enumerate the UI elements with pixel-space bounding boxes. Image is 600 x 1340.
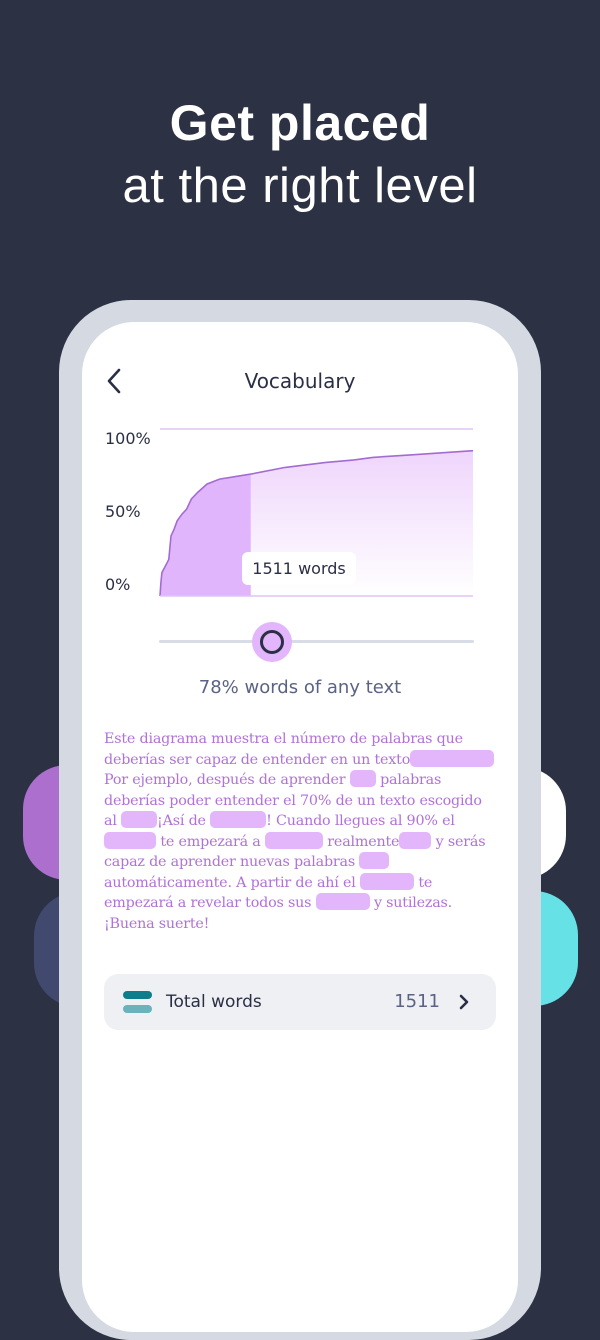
- explanation-segment: automáticamente. A partir de ahí el: [104, 874, 360, 891]
- hidden-word-blank[interactable]: [399, 831, 432, 849]
- explanation-segment: ¡Así de: [157, 813, 211, 829]
- headline-line-2: at the right level: [122, 159, 478, 213]
- hidden-word-blank[interactable]: [121, 811, 158, 828]
- hidden-word-blank[interactable]: [359, 852, 390, 869]
- explanation-text: Este diagrama muestra el número de palab…: [104, 729, 496, 934]
- slider-track[interactable]: [159, 640, 474, 643]
- headline: Get placed at the right level: [0, 92, 600, 218]
- total-words-label: Total words: [166, 992, 262, 1012]
- explanation-segment: Este diagrama muestra el número de palab…: [104, 731, 463, 768]
- selected-words-tooltip: 1511 words: [242, 552, 356, 585]
- hidden-word-blank[interactable]: [264, 831, 323, 849]
- explanation-segment: te empezará a: [156, 833, 265, 850]
- hidden-word-blank[interactable]: [349, 770, 376, 787]
- hidden-word-blank[interactable]: [410, 749, 495, 767]
- slider-thumb[interactable]: [252, 622, 293, 662]
- hidden-word-blank[interactable]: [210, 811, 267, 828]
- headline-line-1: Get placed: [169, 95, 431, 151]
- chevron-right-icon: [459, 994, 469, 1010]
- total-words-value: 1511: [394, 991, 440, 1012]
- phone-screen: Vocabulary 100% 50% 0% 1511 words 78% wo…: [82, 322, 518, 1332]
- coverage-caption: 78% words of any text: [198, 677, 402, 698]
- explanation-segment: realmente: [322, 833, 400, 850]
- explanation-segment: Por ejemplo, después de aprender: [104, 772, 350, 788]
- explanation-segment: ! Cuando llegues al 90% el: [266, 813, 455, 829]
- slider-thumb-ring-icon: [260, 630, 285, 654]
- total-words-row[interactable]: Total words 1511: [104, 974, 496, 1030]
- hidden-word-blank[interactable]: [315, 893, 370, 910]
- stack-icon: [123, 991, 152, 1015]
- hidden-word-blank[interactable]: [104, 831, 156, 849]
- hidden-word-blank[interactable]: [360, 872, 414, 890]
